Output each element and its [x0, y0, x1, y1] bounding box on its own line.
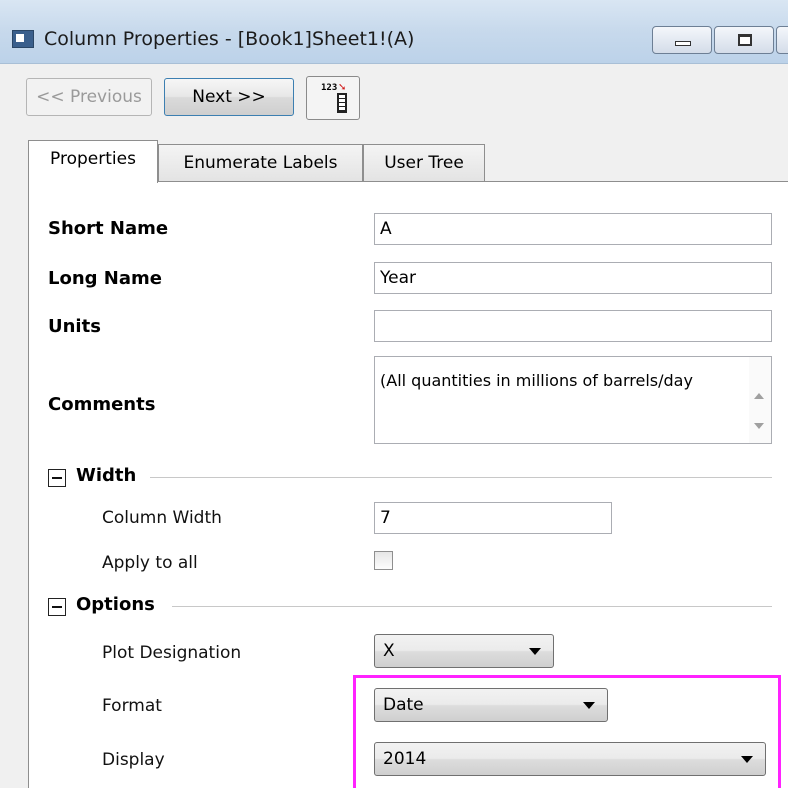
apply-to-all-label: Apply to all — [102, 553, 198, 573]
display-dropdown[interactable]: 2014 — [374, 742, 766, 776]
previous-button[interactable]: << Previous — [26, 78, 152, 116]
comments-label: Comments — [48, 394, 156, 415]
column-settings-button[interactable]: 123 ➘ — [306, 76, 360, 120]
tab-enumerate-labels[interactable]: Enumerate Labels — [158, 144, 363, 182]
column-icon-numbers: 123 — [321, 83, 338, 93]
short-name-label: Short Name — [48, 218, 169, 239]
format-value: Date — [383, 695, 424, 715]
column-width-label: Column Width — [102, 508, 222, 528]
comments-scrollbar[interactable] — [749, 357, 771, 443]
display-label: Display — [102, 750, 165, 770]
chevron-down-icon — [583, 702, 595, 709]
long-name-input[interactable]: Year — [374, 262, 772, 294]
width-section-title: Width — [76, 465, 137, 486]
close-button[interactable] — [776, 26, 788, 54]
width-collapse-icon[interactable] — [48, 469, 66, 487]
dialog-margin — [0, 130, 28, 788]
tab-properties[interactable]: Properties — [28, 140, 158, 183]
tab-strip: Properties Enumerate Labels User Tree — [0, 130, 788, 183]
column-width-input[interactable]: 7 — [374, 502, 612, 534]
maximize-icon — [738, 34, 752, 46]
format-dropdown[interactable]: Date — [374, 688, 608, 722]
red-arrow-icon: ➘ — [338, 82, 347, 93]
chevron-down-icon — [741, 756, 753, 763]
app-icon — [12, 30, 34, 48]
next-button[interactable]: Next >> — [164, 78, 294, 116]
plot-designation-label: Plot Designation — [102, 643, 242, 663]
long-name-label: Long Name — [48, 268, 162, 289]
plot-designation-value: X — [383, 641, 395, 661]
window-title: Column Properties - [Book1]Sheet1!(A) — [44, 28, 415, 50]
display-value: 2014 — [383, 749, 427, 769]
scroll-up-icon[interactable] — [754, 393, 764, 399]
options-collapse-icon[interactable] — [48, 598, 66, 616]
apply-to-all-checkbox[interactable] — [374, 551, 393, 570]
plot-designation-dropdown[interactable]: X — [374, 634, 554, 668]
units-input[interactable] — [374, 310, 772, 342]
comments-text: (All quantities in millions of barrels/d… — [380, 371, 693, 390]
navigation-toolbar: << Previous Next >> 123 ➘ — [0, 64, 788, 130]
short-name-input[interactable]: A — [374, 213, 772, 245]
tab-user-tree[interactable]: User Tree — [363, 144, 485, 182]
title-bar[interactable]: Column Properties - [Book1]Sheet1!(A) — [0, 0, 788, 64]
minimize-button[interactable] — [652, 26, 712, 54]
column-values-icon: 123 ➘ — [321, 83, 349, 113]
options-section-title: Options — [76, 594, 155, 615]
scroll-down-icon[interactable] — [754, 423, 764, 429]
minimize-icon — [675, 41, 691, 46]
maximize-button[interactable] — [714, 26, 774, 54]
options-section-divider — [172, 606, 772, 607]
comments-textarea[interactable]: (All quantities in millions of barrels/d… — [374, 356, 772, 444]
units-label: Units — [48, 316, 101, 337]
width-section-divider — [150, 477, 772, 478]
column-cells-icon — [337, 93, 347, 113]
chevron-down-icon — [529, 648, 541, 655]
format-label: Format — [102, 696, 162, 716]
